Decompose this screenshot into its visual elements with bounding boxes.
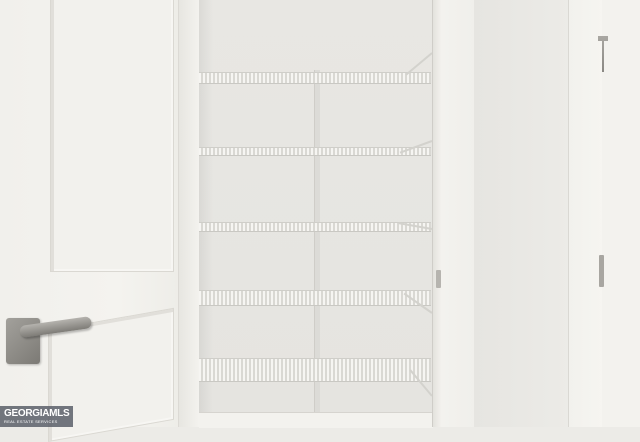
door-edge bbox=[178, 0, 199, 427]
closet-photo: GEORGIAMLS REAL ESTATE SERVICES bbox=[0, 0, 640, 442]
door-casing bbox=[568, 0, 604, 427]
door-jamb bbox=[432, 0, 476, 427]
watermark-sub-text: REAL ESTATE SERVICES bbox=[4, 419, 58, 424]
wire-shelf bbox=[199, 222, 431, 232]
left-door bbox=[0, 0, 199, 442]
door-upper-panel bbox=[50, 0, 174, 272]
wire-shelf bbox=[199, 147, 431, 156]
wire-shelf bbox=[199, 358, 431, 382]
wire-shelf bbox=[199, 290, 431, 306]
closet-baseboard bbox=[199, 412, 433, 428]
strike-plate bbox=[436, 270, 441, 288]
wall bbox=[474, 0, 570, 427]
watermark-main-text: GEORGIAMLS bbox=[4, 408, 70, 419]
watermark-logo: GEORGIAMLS REAL ESTATE SERVICES bbox=[0, 406, 74, 427]
wire-shelf bbox=[199, 72, 431, 84]
right-door bbox=[602, 0, 640, 427]
hinge-icon bbox=[599, 255, 604, 287]
